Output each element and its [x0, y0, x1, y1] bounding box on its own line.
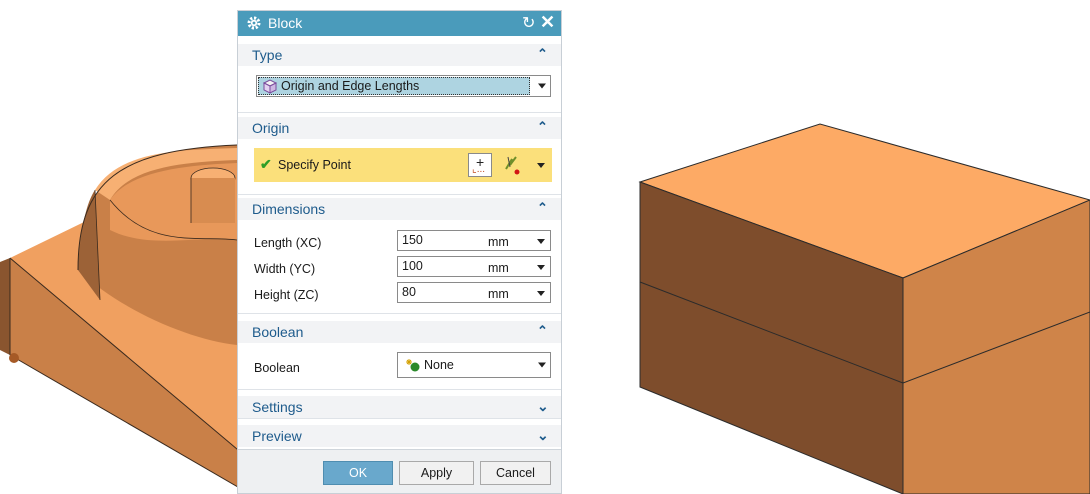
chevron-up-icon[interactable]: ⌃ — [537, 119, 548, 135]
boss-side — [191, 178, 235, 223]
ok-button[interactable]: OK — [323, 461, 393, 485]
lightning-point-icon — [505, 156, 520, 175]
cancel-button[interactable]: Cancel — [480, 461, 551, 485]
left-model[interactable] — [0, 144, 260, 494]
section-type-header[interactable]: Type ⌃ — [238, 44, 561, 66]
section-preview-header[interactable]: Preview ⌄ — [238, 425, 561, 447]
boolean-none-icon — [406, 359, 420, 372]
chevron-down-icon[interactable] — [537, 291, 545, 296]
section-boolean-header[interactable]: Boolean ⌃ — [238, 321, 561, 343]
length-unit: mm — [488, 235, 509, 249]
origin-point-marker[interactable] — [9, 353, 19, 363]
inferred-point-button[interactable] — [498, 151, 528, 179]
section-preview-label: Preview — [252, 428, 302, 444]
point-dots-icon: ⌞... — [472, 164, 486, 175]
height-unit: mm — [488, 287, 509, 301]
width-value: 100 — [402, 259, 423, 273]
length-field[interactable]: 150 mm — [397, 230, 551, 251]
boolean-select-value: None — [424, 358, 454, 372]
section-dimensions-header[interactable]: Dimensions ⌃ — [238, 198, 561, 220]
length-value: 150 — [402, 233, 423, 247]
chevron-down-icon[interactable] — [538, 83, 546, 89]
section-origin-header[interactable]: Origin ⌃ — [238, 117, 561, 139]
divider — [238, 313, 561, 314]
divider — [238, 418, 561, 419]
width-label: Width (YC) — [254, 262, 316, 276]
chevron-down-icon[interactable]: ⌄ — [537, 398, 549, 415]
type-select-value: Origin and Edge Lengths — [281, 79, 420, 93]
dialog-title: Block — [268, 15, 303, 31]
gear-icon — [247, 16, 261, 30]
divider — [238, 194, 561, 195]
width-field[interactable]: 100 mm — [397, 256, 551, 277]
chevron-down-icon[interactable] — [537, 239, 545, 244]
dialog-titlebar[interactable]: Block ↻ ✕ — [238, 11, 561, 36]
type-select[interactable]: Origin and Edge Lengths — [256, 75, 551, 97]
block-icon — [262, 79, 278, 94]
divider — [238, 112, 561, 113]
point-type-dropdown[interactable] — [532, 153, 550, 177]
section-settings-label: Settings — [252, 399, 303, 415]
chevron-up-icon[interactable]: ⌃ — [537, 46, 548, 62]
base-left-face — [0, 258, 10, 355]
section-dimensions-label: Dimensions — [252, 201, 326, 217]
chevron-down-icon — [537, 163, 545, 168]
length-label: Length (XC) — [254, 236, 322, 250]
chevron-up-icon[interactable]: ⌃ — [537, 323, 548, 339]
height-label: Height (ZC) — [254, 288, 319, 302]
block-dialog: Block ↻ ✕ Type ⌃ Origin and Edge Lengths… — [237, 10, 562, 494]
section-type-label: Type — [252, 47, 283, 63]
specify-point-label: Specify Point — [278, 158, 351, 172]
boolean-label: Boolean — [254, 361, 300, 375]
close-icon[interactable]: ✕ — [540, 12, 555, 33]
section-boolean-label: Boolean — [252, 324, 304, 340]
height-field[interactable]: 80 mm — [397, 282, 551, 303]
divider — [238, 389, 561, 390]
chevron-down-icon[interactable]: ⌄ — [537, 427, 549, 444]
section-origin-label: Origin — [252, 120, 290, 136]
chevron-down-icon[interactable] — [537, 265, 545, 270]
section-settings-header[interactable]: Settings ⌄ — [238, 396, 561, 418]
specify-point-row[interactable]: ✔ Specify Point + ⌞... — [254, 148, 552, 182]
width-unit: mm — [488, 261, 509, 275]
checkmark-icon: ✔ — [260, 156, 272, 172]
height-value: 80 — [402, 285, 416, 299]
reset-icon[interactable]: ↻ — [522, 13, 535, 33]
boolean-select[interactable]: None — [397, 352, 551, 378]
point-dialog-button[interactable]: + ⌞... — [468, 153, 492, 177]
right-model[interactable] — [638, 123, 1090, 494]
apply-button[interactable]: Apply — [399, 461, 474, 485]
chevron-down-icon[interactable] — [538, 362, 546, 368]
chevron-up-icon[interactable]: ⌃ — [537, 200, 548, 216]
